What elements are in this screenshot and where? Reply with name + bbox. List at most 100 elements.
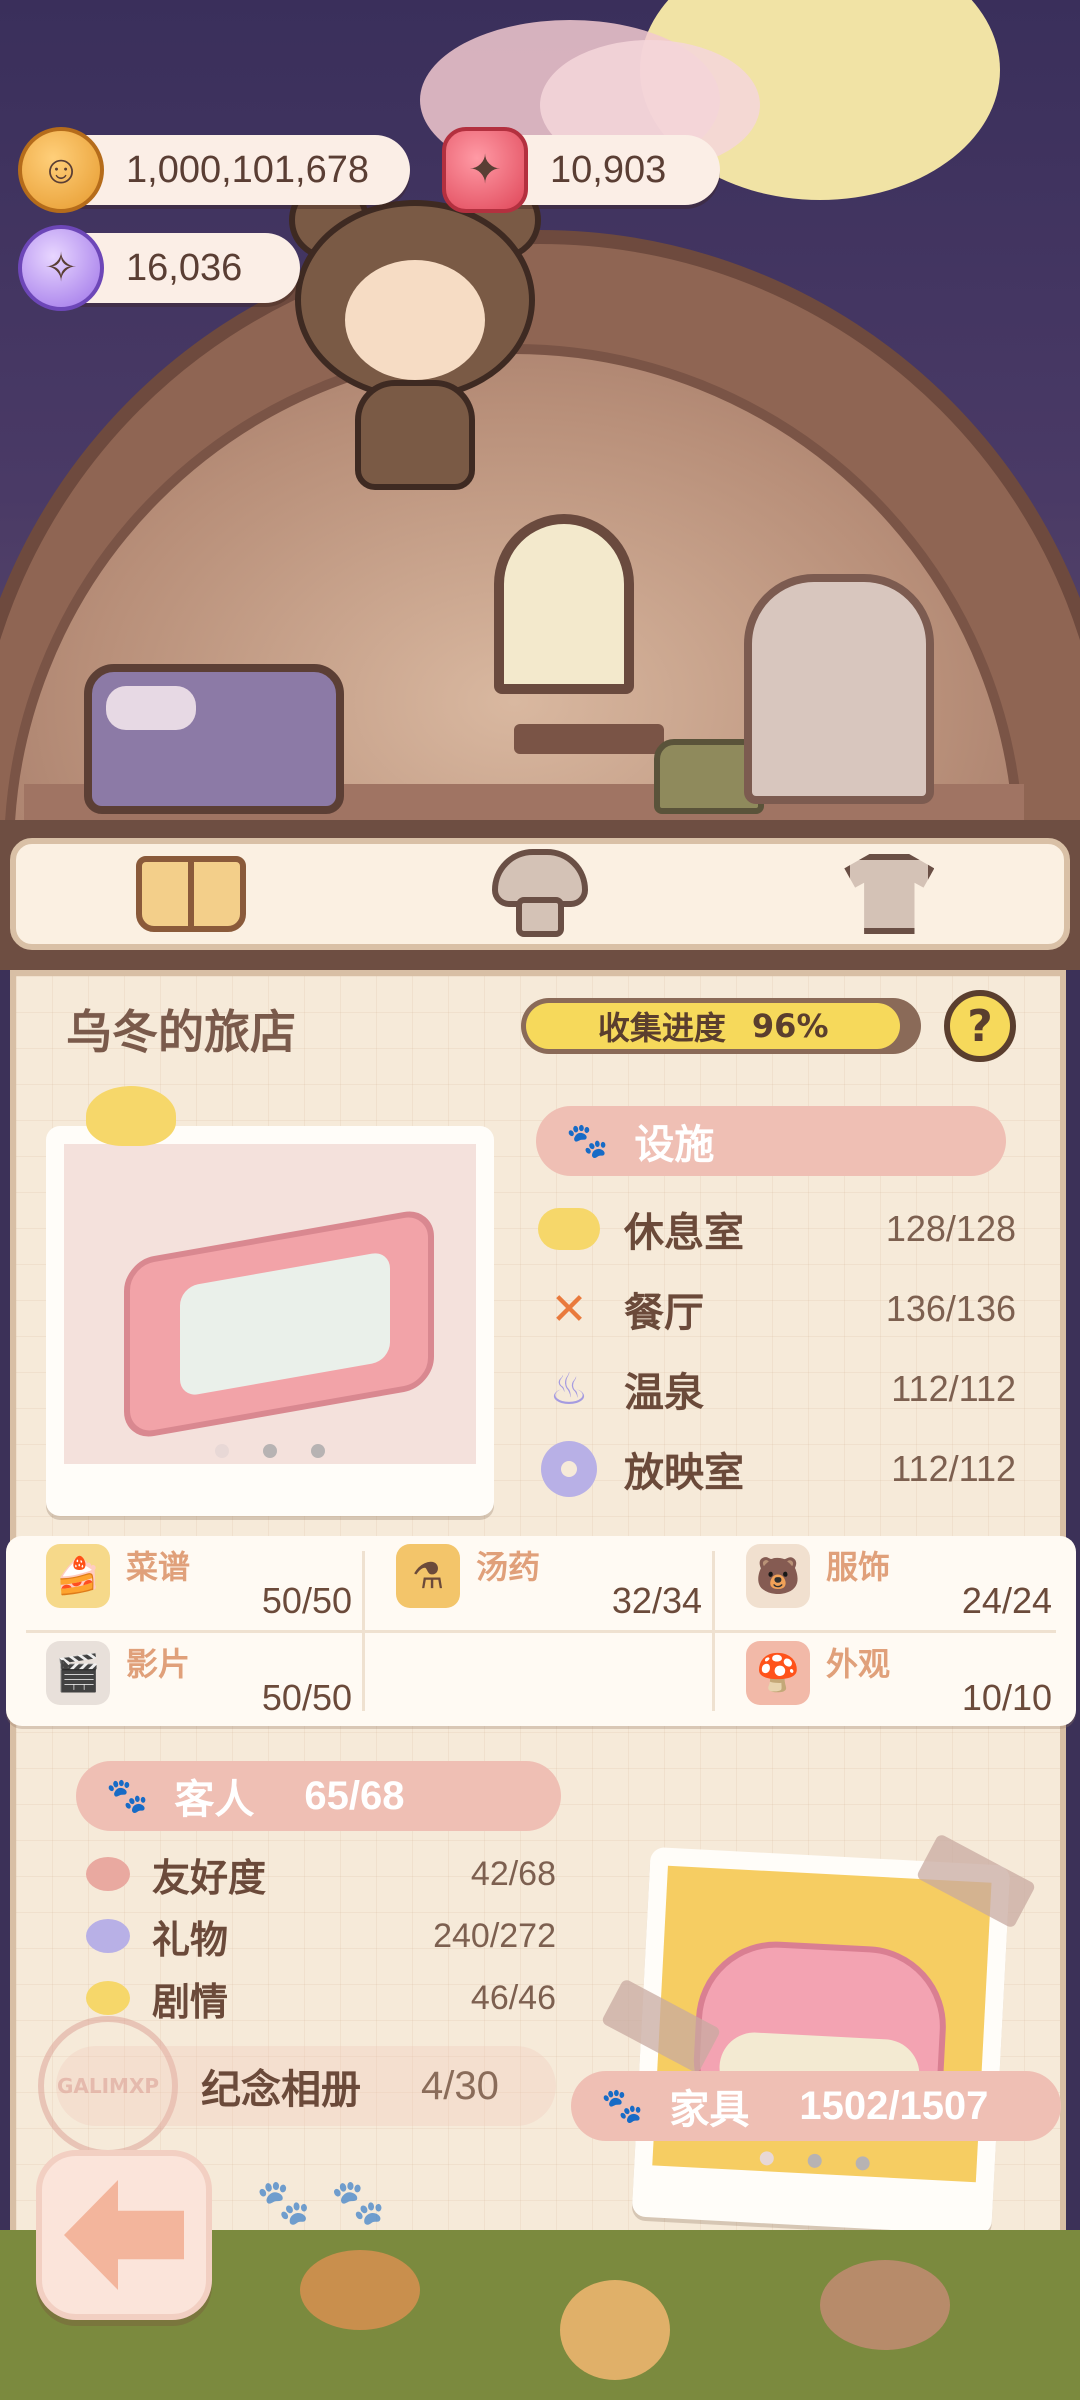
facility-photo-card[interactable] [46, 1126, 494, 1516]
page-title: 乌冬的旅店 [66, 1005, 296, 1059]
book-icon [135, 856, 246, 932]
photo-page-indicator [64, 1444, 476, 1458]
room-scene [0, 0, 1080, 820]
cookie-coin-icon: ☺ [18, 127, 104, 213]
collection-outfits[interactable]: 🐻 服饰 24/24 [726, 1536, 1066, 1626]
collection-films[interactable]: 🎬 影片 50/50 [26, 1633, 366, 1723]
paw-icon: 🐾 [601, 2086, 644, 2126]
recipe-icon: 🍰 [46, 1544, 110, 1608]
guest-row-friendship[interactable]: 友好度 42/68 [86, 1846, 556, 1902]
fork-knife-icon: ✕ [550, 1283, 588, 1335]
guest-row-story[interactable]: 剧情 46/46 [86, 1970, 556, 2026]
hot-spring-icon: ♨ [549, 1363, 589, 1415]
collection-name: 汤药 [476, 1548, 541, 1586]
guests-banner-label: 客人 [174, 1777, 255, 1823]
album-count: 4/30 [421, 2063, 499, 2108]
facility-row-restaurant[interactable]: ✕ 餐厅 136/136 [536, 1276, 1016, 1342]
facility-name: 温泉 [624, 1370, 704, 1416]
shirt-icon [844, 854, 935, 934]
cloud-icon [536, 1201, 602, 1257]
collection-panel: 乌冬的旅店 收集进度 96% ? 🐾 设施 休息室 128/128 ✕ 餐厅 1… [6, 970, 1076, 2260]
guest-stat-name: 剧情 [152, 1979, 229, 2024]
page-dot[interactable] [263, 1444, 277, 1458]
paw-icon: 🐾 [106, 1776, 149, 1816]
collection-name: 外观 [826, 1645, 891, 1683]
facilities-banner: 🐾 设施 [536, 1106, 1006, 1176]
furniture-banner[interactable]: 🐾 家具 1502/1507 [571, 2071, 1061, 2141]
hotel-icon [491, 849, 588, 939]
desk-furniture[interactable] [514, 724, 664, 754]
story-heart-icon [86, 1981, 130, 2015]
help-icon: ? [967, 1000, 993, 1052]
exterior-icon: 🍄 [746, 1641, 810, 1705]
memory-album-button[interactable]: 纪念相册 4/30 [56, 2046, 556, 2126]
candle-counter[interactable]: ✦ 10,903 [442, 127, 720, 213]
guest-stat-name: 礼物 [152, 1917, 229, 1962]
page-dot[interactable] [759, 2150, 775, 2166]
guests-banner[interactable]: 🐾 客人 65/68 [76, 1761, 561, 1831]
collection-name: 菜谱 [126, 1548, 191, 1586]
help-button[interactable]: ? [944, 990, 1016, 1062]
facility-value: 136/136 [885, 1288, 1016, 1329]
tab-outfit[interactable] [829, 849, 949, 939]
furniture-banner-label: 家具 [669, 2087, 750, 2133]
film-reel-icon [536, 1441, 602, 1497]
guest-stat-value: 46/46 [470, 1978, 556, 2017]
candle-icon: ✦ [442, 127, 528, 213]
wardrobe-furniture[interactable] [744, 574, 934, 804]
album-label: 纪念相册 [201, 2067, 361, 2113]
gem-amount: 16,036 [126, 247, 243, 289]
guest-stat-name: 友好度 [152, 1855, 267, 1900]
tab-collection-book[interactable] [131, 849, 251, 939]
progress-fill: 收集进度 96% [526, 1003, 901, 1049]
collection-name: 服饰 [826, 1548, 891, 1586]
facility-value: 112/112 [891, 1368, 1016, 1409]
progress-value: 96% [751, 1007, 829, 1045]
coin-counter[interactable]: ☺ 1,000,101,678 [18, 127, 410, 213]
arrow-left-icon [64, 2180, 184, 2290]
collection-exterior[interactable]: 🍄 外观 10/10 [726, 1633, 1066, 1723]
gift-heart-icon [86, 1919, 130, 1953]
guest-stat-value: 240/272 [433, 1916, 556, 1955]
page-dot[interactable] [807, 2153, 823, 2169]
photo-page-indicator [653, 2145, 977, 2176]
facilities-banner-label: 设施 [634, 1122, 715, 1168]
facility-value: 112/112 [891, 1448, 1016, 1489]
bed-furniture[interactable] [84, 664, 344, 814]
candy-gem-icon: ✧ [18, 225, 104, 311]
page-dot[interactable] [855, 2155, 871, 2171]
collection-value: 50/50 [261, 1580, 352, 1621]
guest-row-gifts[interactable]: 礼物 240/272 [86, 1908, 556, 1964]
guests-count: 65/68 [304, 1773, 405, 1818]
collection-value: 50/50 [261, 1677, 352, 1718]
furniture-count: 1502/1507 [799, 2083, 989, 2128]
collection-value: 10/10 [961, 1677, 1052, 1718]
hot-spring-bath-image [64, 1144, 476, 1464]
heart-tag-icon [86, 1086, 176, 1146]
outfit-icon: 🐻 [746, 1544, 810, 1608]
collection-potions[interactable]: ⚗ 汤药 32/34 [376, 1536, 716, 1626]
collection-recipes[interactable]: 🍰 菜谱 50/50 [26, 1536, 366, 1626]
facility-row-lounge[interactable]: 休息室 128/128 [536, 1196, 1016, 1262]
progress-label: 收集进度 [597, 1009, 726, 1047]
room-arch [0, 230, 1080, 820]
collection-strip: 🍰 菜谱 50/50 ⚗ 汤药 32/34 🐻 服饰 24/24 🎬 影片 50… [6, 1536, 1076, 1726]
facility-row-hot-spring[interactable]: ♨ 温泉 112/112 [536, 1356, 1016, 1422]
coin-amount: 1,000,101,678 [126, 149, 370, 191]
candle-amount: 10,903 [550, 149, 667, 191]
tab-hotel[interactable] [480, 849, 600, 939]
paw-icon: 🐾 [566, 1121, 609, 1161]
room-window [494, 514, 634, 694]
facility-row-screening-room[interactable]: 放映室 112/112 [536, 1436, 1016, 1502]
back-button[interactable] [36, 2150, 212, 2320]
pawprint-decoration: 🐾🐾 [256, 2177, 406, 2228]
collection-name: 影片 [126, 1645, 191, 1683]
collection-value: 32/34 [611, 1580, 702, 1621]
facility-name: 放映室 [624, 1450, 744, 1496]
facility-name: 休息室 [624, 1210, 744, 1256]
collection-progress-bar: 收集进度 96% [521, 998, 921, 1054]
tab-bar [0, 820, 1080, 970]
page-dot[interactable] [215, 1444, 229, 1458]
gem-counter[interactable]: ✧ 16,036 [18, 225, 300, 311]
page-dot[interactable] [311, 1444, 325, 1458]
